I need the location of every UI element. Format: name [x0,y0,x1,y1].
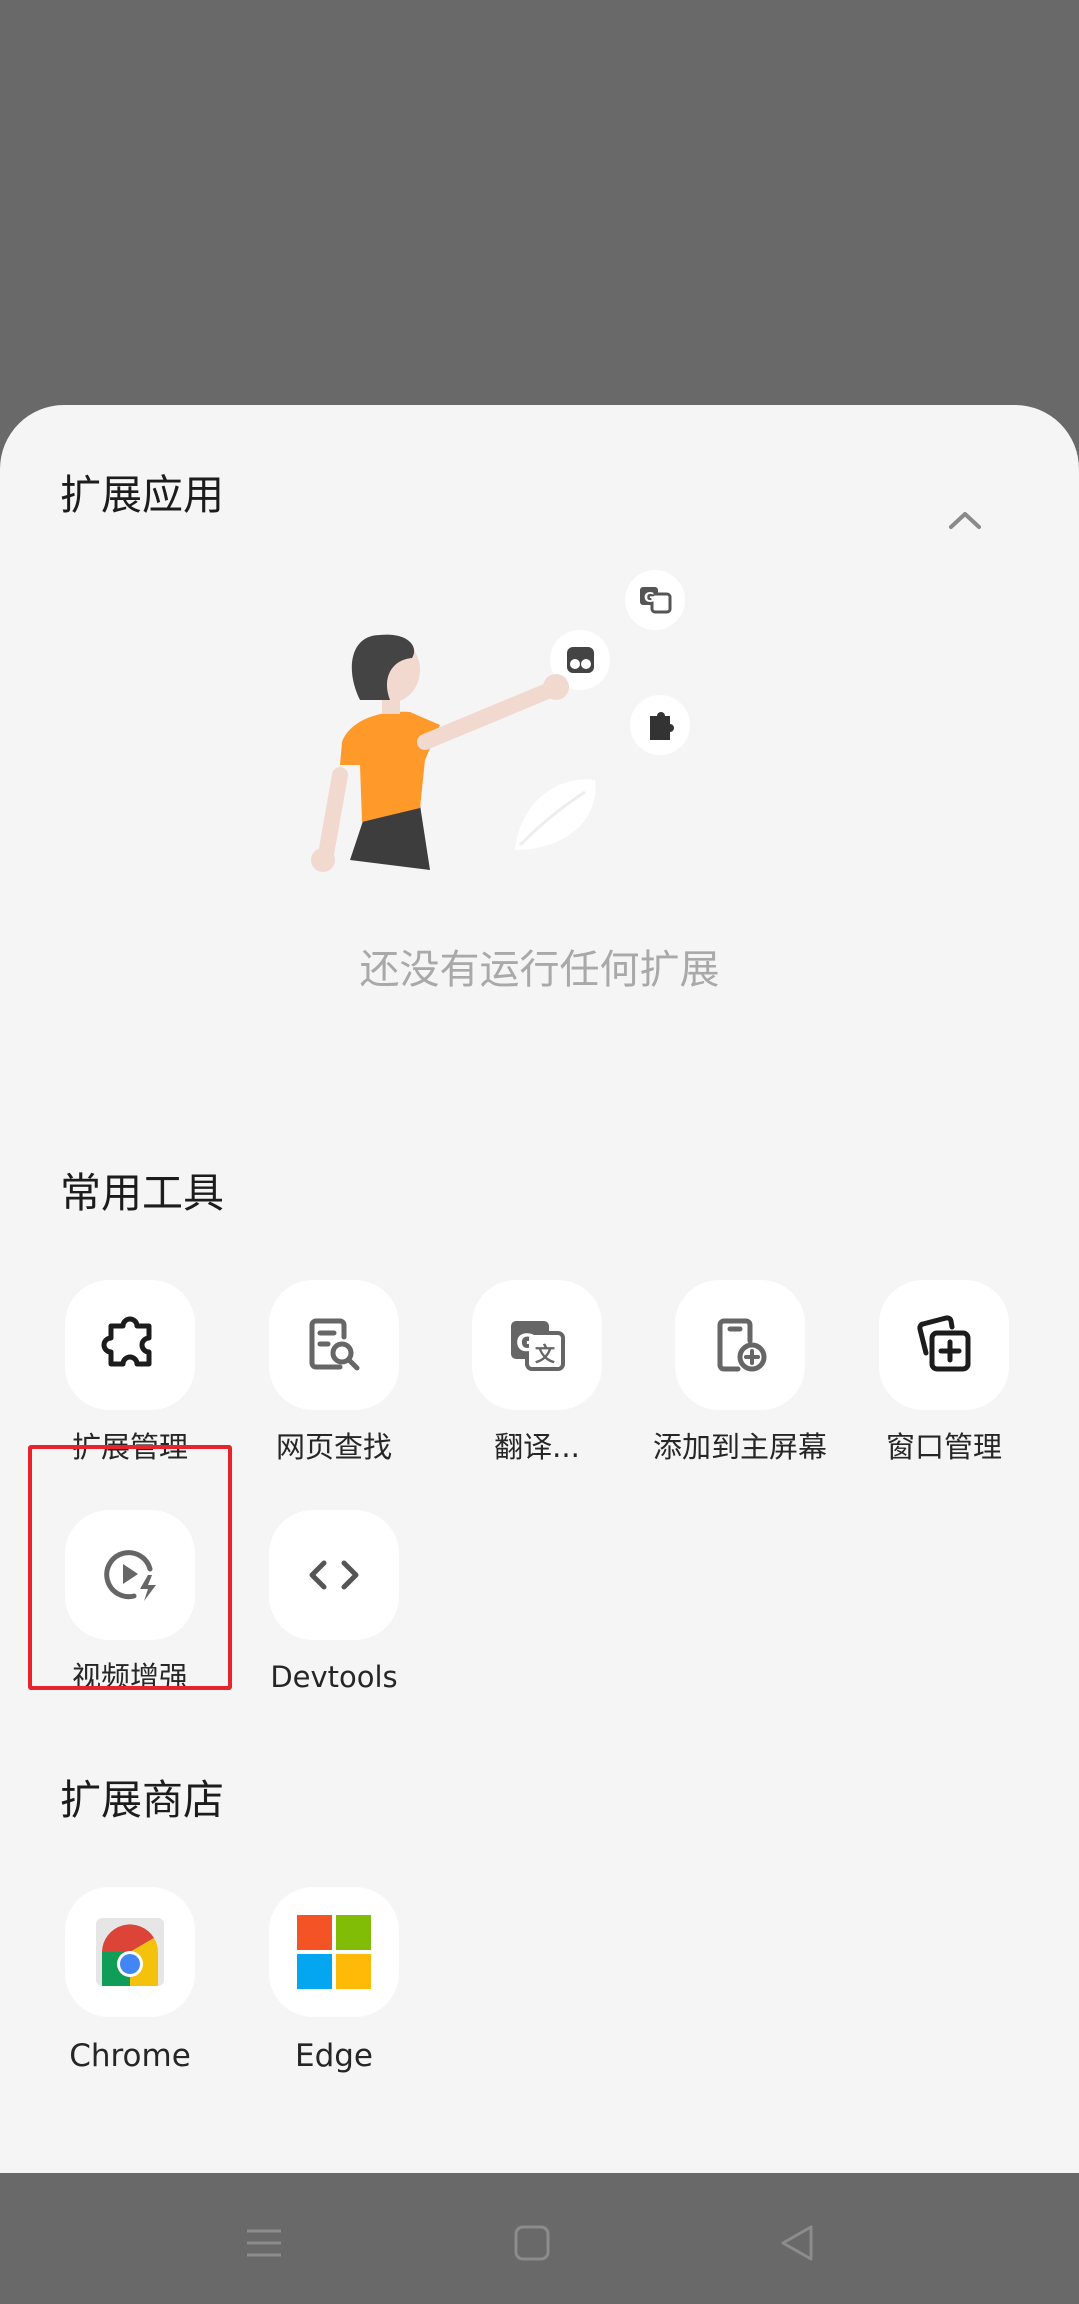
microsoft-logo-icon [297,1915,371,1989]
menu-button[interactable] [224,2203,304,2283]
tool-devtools[interactable]: Devtools [239,1510,429,1710]
collapse-button[interactable] [930,485,1000,555]
puzzle-bubble-icon [630,695,690,755]
tool-label: 网页查找 [275,1430,392,1464]
code-icon [309,1560,359,1590]
tool-label: 窗口管理 [885,1430,1002,1464]
tool-label: 翻译... [494,1430,580,1464]
store-label: Chrome [69,2038,191,2074]
page-search-icon [309,1318,360,1371]
tool-add-to-home[interactable]: 添加到主屏幕 [645,1280,835,1480]
tool-icon-box [269,1887,399,2017]
leaf-shape [515,779,596,850]
menu-icon [247,2229,281,2257]
extension-store-section-title: 扩展商店 [60,1776,224,1824]
window-add-icon [917,1315,971,1372]
chrome-store-icon [96,1918,164,1986]
tool-icon-box [675,1280,805,1410]
translate-bubble-icon: G [625,570,685,630]
back-icon [781,2225,813,2261]
tool-icon-box [879,1280,1009,1410]
store-chrome[interactable]: Chrome [35,1887,225,2087]
svg-text:文: 文 [535,1342,556,1366]
puzzle-icon [101,1316,152,1367]
tool-page-search[interactable]: 网页查找 [239,1280,429,1480]
system-navigation-bar [0,2173,1079,2304]
store-edge[interactable]: Edge [239,1887,429,2087]
translate-icon: G 文 [511,1321,565,1371]
tool-icon-box: G 文 [472,1280,602,1410]
tool-label: 添加到主屏幕 [652,1430,827,1464]
svg-text:G: G [516,1329,536,1357]
back-button[interactable] [757,2203,837,2283]
store-label: Edge [294,2038,373,2074]
tool-window-management[interactable]: 窗口管理 [849,1280,1039,1480]
home-icon [514,2225,550,2261]
chevron-up-icon [949,512,981,529]
extensions-section-title: 扩展应用 [60,471,224,519]
tool-icon-box [269,1280,399,1410]
empty-state-text: 还没有运行任何扩展 [359,947,720,993]
svg-text:G: G [644,591,655,606]
common-tools-section-title: 常用工具 [60,1169,224,1217]
tool-label: Devtools [270,1660,398,1694]
tool-icon-box [65,1280,195,1410]
chrome-highlight-box [28,1445,232,1690]
tool-translate[interactable]: G 文 翻译... [442,1280,632,1480]
empty-state-illustration: G [311,570,690,872]
tool-icon-box [269,1510,399,1640]
extensions-bottom-sheet: 扩展应用 G 还没有运行任何扩展 常用工具 扩展管理 网页查找 G 文 翻译..… [0,405,1079,2173]
tool-icon-box [65,1887,195,2017]
add-to-home-icon [717,1318,767,1372]
home-button[interactable] [492,2203,572,2283]
